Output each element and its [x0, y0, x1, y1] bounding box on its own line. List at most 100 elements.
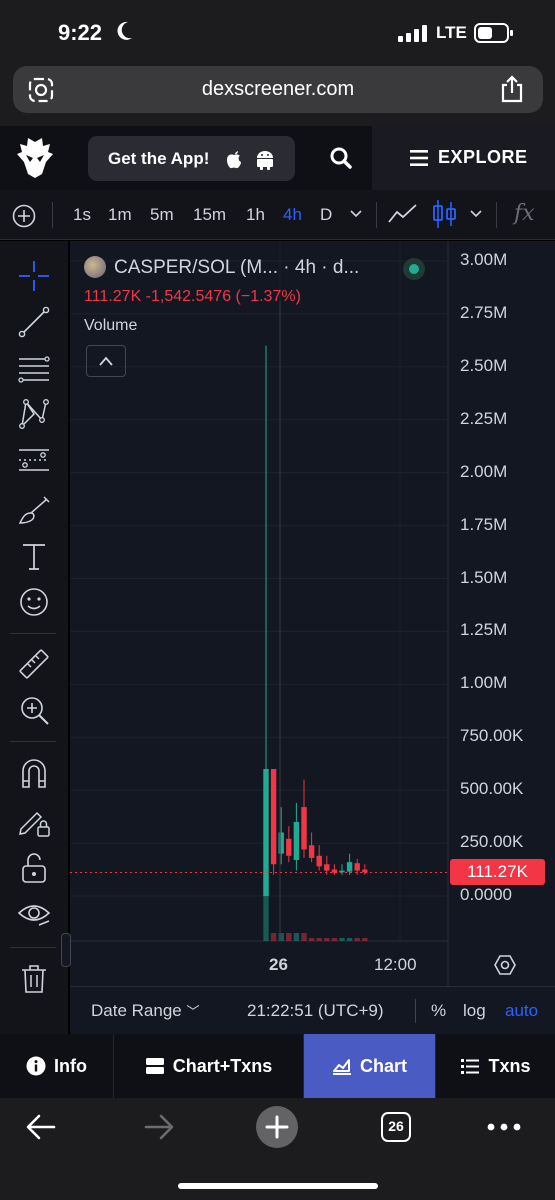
volume-indicator-label: Volume: [84, 317, 138, 334]
percent-toggle[interactable]: %: [431, 1001, 446, 1021]
price-chart[interactable]: CASPER/SOL (M... · 4h · d... 111.27K -1,…: [61, 241, 555, 1034]
trend-line-icon[interactable]: [17, 305, 51, 339]
chevron-down-icon[interactable]: [470, 210, 482, 218]
battery-icon: [474, 23, 513, 43]
more-options-icon[interactable]: [487, 1123, 521, 1131]
chart-icon: [332, 1059, 351, 1075]
text-icon[interactable]: [17, 539, 51, 573]
y-tick-label: 750.00K: [460, 726, 524, 746]
tab-info[interactable]: Info: [0, 1034, 114, 1098]
android-icon: [257, 151, 273, 170]
share-icon[interactable]: [499, 75, 525, 103]
candle-body: [324, 864, 330, 871]
crosshair-icon[interactable]: [17, 259, 51, 293]
line-chart-icon[interactable]: [388, 202, 418, 226]
interval-5m[interactable]: 5m: [150, 205, 174, 225]
add-symbol-icon[interactable]: [12, 204, 36, 228]
lock-drawing-icon[interactable]: [17, 805, 51, 839]
tab-chart-txns[interactable]: Chart+Txns: [114, 1034, 304, 1098]
volume-bar: [316, 938, 322, 941]
explore-button[interactable]: EXPLORE: [372, 126, 555, 190]
interval-1h[interactable]: 1h: [246, 205, 265, 225]
tab-chart[interactable]: Chart: [304, 1034, 436, 1098]
lock-icon[interactable]: [17, 851, 51, 885]
volume-bar: [286, 933, 292, 941]
tool-divider: [10, 947, 56, 948]
tab-chart-txns-label: Chart+Txns: [172, 1055, 273, 1076]
chevron-down-icon[interactable]: [350, 210, 362, 218]
magnet-icon[interactable]: [17, 757, 51, 791]
toolbar-divider: [52, 202, 53, 228]
auto-scale-toggle[interactable]: auto: [505, 1001, 538, 1021]
dexscreener-logo-icon[interactable]: [16, 138, 54, 178]
info-icon: [26, 1056, 46, 1076]
search-icon[interactable]: [329, 146, 353, 170]
interval-d[interactable]: D: [320, 205, 332, 225]
collapse-legend-button[interactable]: [86, 345, 126, 377]
zoom-in-icon[interactable]: [17, 693, 51, 727]
fib-icon[interactable]: [17, 351, 51, 385]
emoji-icon[interactable]: [17, 585, 51, 619]
ruler-icon[interactable]: [17, 647, 51, 681]
y-tick-label: 500.00K: [460, 779, 524, 799]
y-tick-label: 250.00K: [460, 832, 524, 852]
candle-body: [301, 807, 307, 850]
toolbar-divider: [496, 202, 497, 228]
candle-body: [293, 821, 300, 861]
chevron-up-icon: [99, 356, 113, 366]
url-text[interactable]: dexscreener.com: [13, 78, 543, 101]
footer-divider: [415, 999, 416, 1023]
interval-1s[interactable]: 1s: [73, 205, 91, 225]
toolbar-collapse-handle[interactable]: [61, 933, 71, 967]
market-status-icon: [403, 258, 425, 280]
moon-icon: [117, 21, 132, 40]
y-tick-label: 1.25M: [460, 620, 508, 640]
pattern-icon[interactable]: [17, 397, 51, 431]
back-arrow-icon[interactable]: [26, 1114, 56, 1140]
volume-bar: [331, 938, 338, 941]
list-icon: [461, 1059, 480, 1074]
new-tab-icon[interactable]: [255, 1105, 299, 1149]
pair-title[interactable]: CASPER/SOL (M... · 4h · d...: [114, 257, 359, 279]
chart-footer: Date Range ﹀ 21:22:51 (UTC+9) % log auto: [70, 986, 555, 1034]
get-app-label: Get the App!: [108, 149, 210, 168]
x-tick-label: 12:00: [374, 955, 417, 974]
volume-bar: [362, 938, 368, 941]
ohlc-readout: 111.27K -1,542.5476 (−1.37%): [84, 288, 301, 305]
log-toggle[interactable]: log: [463, 1001, 486, 1021]
trash-icon[interactable]: [17, 961, 51, 995]
volume-bar: [301, 933, 307, 941]
chart-txns-icon: [145, 1058, 164, 1074]
url-bar[interactable]: dexscreener.com: [13, 66, 543, 113]
browser-url-area: dexscreener.com: [0, 66, 555, 126]
tool-divider: [10, 633, 56, 634]
volume-bar: [354, 938, 360, 941]
forward-arrow-icon[interactable]: [144, 1114, 174, 1140]
date-range-button[interactable]: Date Range ﹀: [91, 1001, 199, 1021]
indicators-icon[interactable]: fx: [514, 201, 535, 226]
apple-icon: [227, 151, 241, 169]
tool-divider: [10, 741, 56, 742]
chart-toolbar: 1s 1m 5m 15m 1h 4h D fx: [0, 190, 555, 240]
status-time: 9:22: [58, 20, 103, 45]
prediction-icon[interactable]: [17, 443, 51, 477]
interval-4h[interactable]: 4h: [283, 205, 302, 225]
tab-count-button[interactable]: 26: [381, 1112, 411, 1142]
volume-bar: [346, 938, 353, 941]
browser-toolbar: 26: [0, 1098, 555, 1200]
candle-body: [354, 863, 360, 871]
candle-body: [308, 845, 315, 858]
site-header: Get the App! EXPLORE: [0, 126, 555, 190]
interval-15m[interactable]: 15m: [193, 205, 226, 225]
y-tick-label: 3.00M: [460, 250, 508, 269]
interval-1m[interactable]: 1m: [108, 205, 132, 225]
tab-txns[interactable]: Txns: [436, 1034, 555, 1098]
candle-body: [270, 769, 277, 865]
chart-settings-icon[interactable]: [494, 954, 516, 976]
interval-label: · 4h · d...: [283, 257, 360, 278]
candlestick-icon[interactable]: [432, 200, 458, 228]
eye-icon[interactable]: [17, 897, 51, 931]
get-app-button[interactable]: Get the App!: [88, 136, 295, 181]
brush-icon[interactable]: [17, 493, 51, 527]
timezone-label[interactable]: 21:22:51 (UTC+9): [247, 1001, 384, 1021]
